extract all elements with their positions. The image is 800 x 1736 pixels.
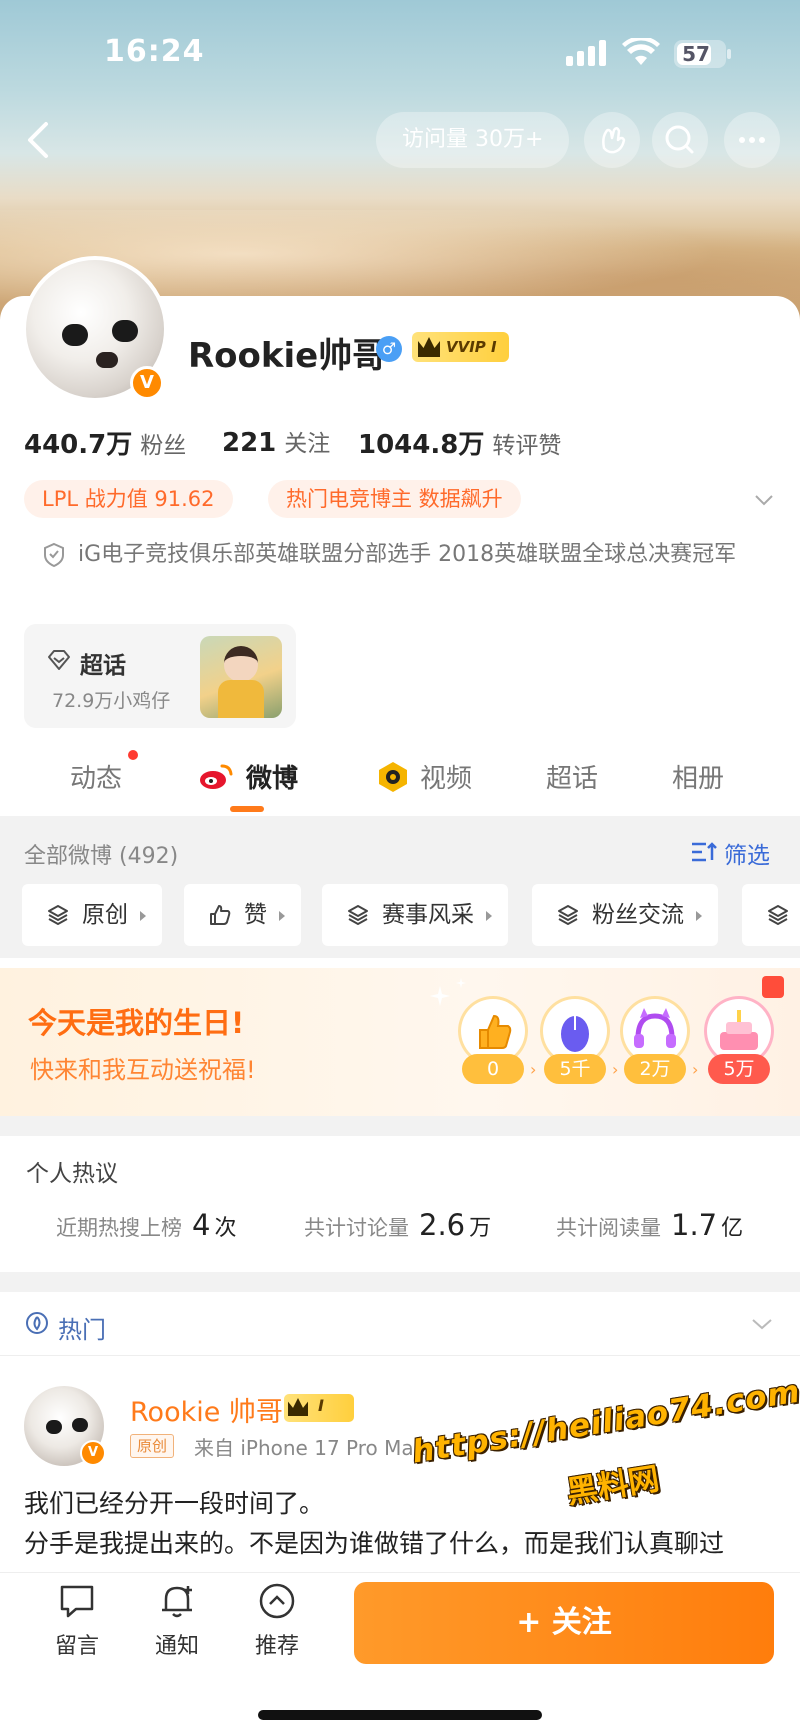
crown-badge-icon: I <box>284 1394 354 1422</box>
supertopic-title: 超话 <box>80 653 126 679</box>
notify-button[interactable]: 通知 <box>140 1582 210 1662</box>
post-line: 分手是我提出来的。不是因为谁做错了什么，而是我们认真聊过 <box>24 1529 725 1558</box>
more-button[interactable] <box>724 112 780 168</box>
profile-bio: iG电子竞技俱乐部英雄联盟分部选手 2018英雄联盟全球总决赛冠军 <box>42 534 762 576</box>
chevron-down-icon[interactable] <box>752 488 776 512</box>
lpl-power-tag[interactable]: LPL 战力值 91.62 <box>24 480 233 518</box>
birthday-subtitle: 快来和我互动送祝福! <box>30 1056 256 1084</box>
tab-supertopic[interactable]: 超话 <box>546 758 598 795</box>
followers-stat[interactable]: 440.7万 粉丝 <box>24 424 186 461</box>
read-count: 共计阅读量 1.7 亿 <box>556 1208 744 1242</box>
tab-weibo[interactable]: 微博 <box>246 758 298 795</box>
hot-topics-title: 个人热议 <box>26 1161 118 1187</box>
chevron-right-icon: › <box>692 1060 699 1079</box>
post-body[interactable]: 我们已经分开一段时间了。 分手是我提出来的。不是因为谁做错了什么，而是我们认真聊… <box>24 1484 776 1564</box>
discussion-count: 共计讨论量 2.6 万 <box>304 1208 492 1242</box>
tier-label: 5万 <box>708 1054 770 1084</box>
visit-count-pill[interactable]: 访问量 30万+ <box>376 112 570 168</box>
bio-text: iG电子竞技俱乐部英雄联盟分部选手 2018英雄联盟全球总决赛冠军 <box>78 542 737 567</box>
tier-label: 5千 <box>544 1054 606 1084</box>
profile-name: Rookie帅哥 <box>188 336 387 376</box>
supertopic-members: 72.9万小鸡仔 <box>52 690 171 712</box>
wifi-icon <box>622 38 660 65</box>
sparkle-icon <box>430 986 450 1006</box>
hot-posts-header[interactable]: 热门 <box>0 1292 800 1356</box>
hot-flame-icon <box>26 1312 48 1334</box>
post-author-name[interactable]: Rookie 帅哥 <box>130 1390 283 1429</box>
sparkle-icon <box>456 978 466 988</box>
supertopic-cover-image <box>200 636 282 718</box>
thumbs-up-icon <box>210 905 231 925</box>
gesture-button[interactable] <box>584 112 640 168</box>
shield-icon <box>44 542 64 568</box>
notification-dot <box>128 750 138 760</box>
tab-dynamics[interactable]: 动态 <box>70 758 122 795</box>
weibo-logo-icon <box>200 764 233 789</box>
chevron-up-circle-icon <box>259 1583 295 1619</box>
tier-label: 0 <box>462 1054 524 1084</box>
birthday-banner[interactable]: 今天是我的生日! 快来和我互动送祝福! 0 › 5千 › 2万 › 5万 <box>0 968 800 1116</box>
back-arrow-icon[interactable] <box>14 112 64 168</box>
filter-sort-icon[interactable] <box>690 840 718 864</box>
tier-label: 2万 <box>624 1054 686 1084</box>
chevron-down-icon[interactable] <box>750 1314 774 1334</box>
verified-badge-icon: V <box>80 1440 106 1466</box>
tab-album[interactable]: 相册 <box>672 758 724 795</box>
tab-video[interactable]: 视频 <box>420 758 472 795</box>
cellular-signal-icon <box>566 40 608 66</box>
birthday-title: 今天是我的生日! <box>28 1006 245 1040</box>
male-gender-icon: ♂ <box>376 336 402 362</box>
post-source: 来自 iPhone 17 Pro Max <box>194 1436 426 1460</box>
bell-plus-icon <box>162 1586 192 1618</box>
filter-button[interactable]: 筛选 <box>724 836 770 870</box>
original-badge: 原创 <box>130 1434 175 1458</box>
profile-stats: 440.7万 粉丝 221 关注 1044.8万 转评赞 <box>24 424 784 464</box>
diamond-icon <box>48 650 70 670</box>
chip-original[interactable]: 原创 <box>22 884 162 946</box>
verified-badge-icon: V <box>130 366 164 400</box>
status-time: 16:24 <box>104 34 205 69</box>
comment-button[interactable]: 留言 <box>40 1582 110 1662</box>
hot-search-count: 近期热搜上榜 4 次 <box>56 1208 237 1242</box>
layers-icon <box>48 905 68 925</box>
chevron-right-icon: › <box>612 1060 619 1079</box>
reposts-comments-likes-stat[interactable]: 1044.8万 转评赞 <box>358 424 561 461</box>
chip-overflow[interactable] <box>742 884 800 946</box>
hand-gesture-icon <box>602 127 626 154</box>
layers-icon <box>348 905 368 925</box>
chip-fan-exchange[interactable]: 粉丝交流 <box>532 884 718 946</box>
layers-icon <box>558 905 578 925</box>
recommend-button[interactable]: 推荐 <box>240 1582 310 1662</box>
section-divider <box>0 1272 800 1292</box>
status-bar: 16:24 57 <box>0 0 800 100</box>
vvip-badge[interactable]: VVIP I <box>412 332 509 362</box>
chip-liked[interactable]: 赞 <box>184 884 301 946</box>
gift-box-icon <box>762 976 784 998</box>
section-divider <box>0 1116 800 1136</box>
battery-level: 57 <box>682 42 710 66</box>
layers-icon <box>768 905 788 925</box>
battery-icon: 57 <box>674 40 731 68</box>
follow-button[interactable]: + 关注 <box>354 1582 774 1664</box>
chevron-right-icon: › <box>530 1060 537 1079</box>
more-dots-icon <box>739 137 765 143</box>
watermark-url: https://heiliao74.com <box>409 1373 800 1471</box>
supertopic-card[interactable]: 超话 72.9万小鸡仔 <box>24 624 296 728</box>
home-indicator <box>258 1710 542 1720</box>
message-icon <box>60 1585 94 1618</box>
all-posts-count: 全部微博 (492) <box>24 844 179 869</box>
search-button[interactable] <box>652 112 708 168</box>
chip-match-highlights[interactable]: 赛事风采 <box>322 884 508 946</box>
active-tab-indicator <box>230 806 264 812</box>
search-icon <box>665 125 694 154</box>
following-stat[interactable]: 221 关注 <box>222 424 330 458</box>
post-line: 我们已经分开一段时间了。 <box>24 1489 325 1518</box>
video-icon <box>379 762 407 792</box>
crown-icon <box>418 337 440 357</box>
hot-esports-tag[interactable]: 热门电竞博主 数据飙升 <box>268 480 521 518</box>
hot-label: 热门 <box>58 1316 106 1344</box>
